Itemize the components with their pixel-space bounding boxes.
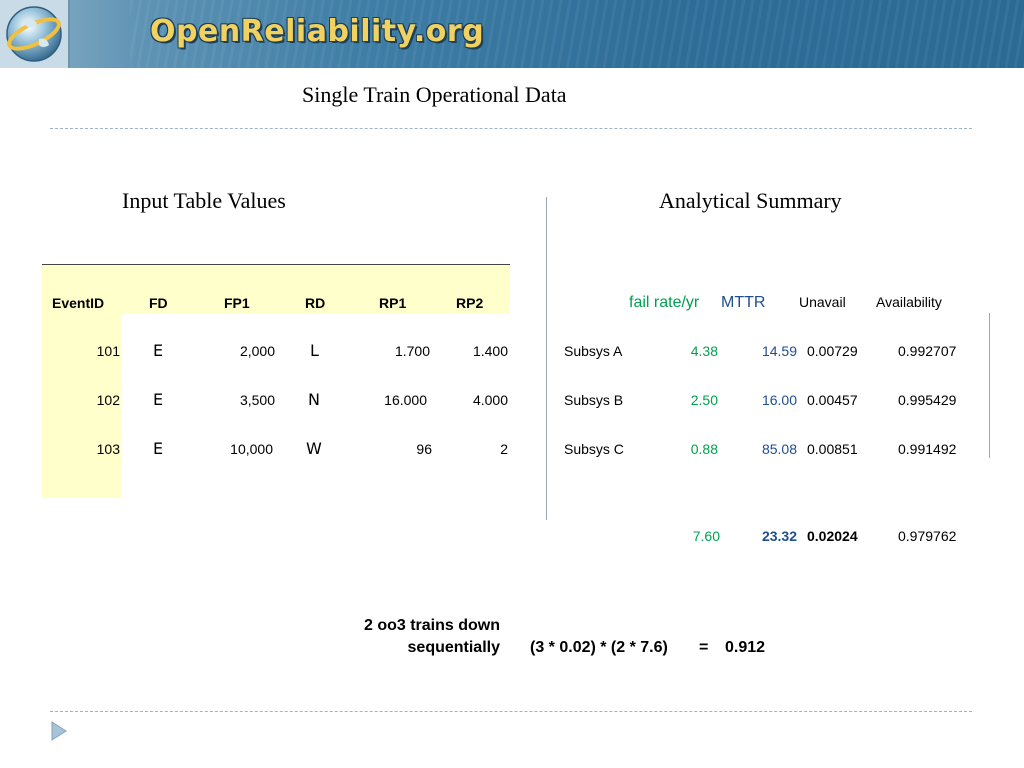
input-table-header-bg [42,264,510,314]
cell-mttr: 14.59 [761,343,797,359]
cell-eventid: 103 [96,441,120,457]
cell-availability: 0.992707 [898,343,957,359]
column-separator [546,197,547,520]
cell-rd: L [310,341,319,360]
cell-unavail: 0.00729 [807,343,858,359]
cell-fd: E [153,341,164,360]
cell-fail-rate: 0.88 [690,441,718,457]
cell-rp1: 1.700 [394,343,430,359]
cell-rp2: 4.000 [472,392,508,408]
total-availability: 0.979762 [898,528,957,544]
cell-unavail: 0.00457 [807,392,858,408]
logo-globe-icon [0,0,70,68]
cell-rd: N [308,390,320,409]
col-header-fail-rate: fail rate/yr [629,294,700,311]
cell-availability: 0.991492 [898,441,957,457]
cell-fd: E [153,390,164,409]
divider-bottom [50,711,972,712]
right-edge-line [989,313,990,458]
divider-top [50,128,972,129]
col-header-mttr: MTTR [721,294,766,311]
total-unavail: 0.02024 [807,528,858,544]
input-table-heading: Input Table Values [122,188,286,213]
cell-subsystem: Subsys B [564,392,624,408]
cell-rp2: 2 [500,441,508,457]
cell-eventid: 102 [96,392,120,408]
cell-fp1: 2,000 [239,343,275,359]
cell-fp1: 3,500 [239,392,275,408]
cell-rp1: 96 [416,441,432,457]
total-mttr: 23.32 [761,528,797,544]
col-header-fd: FD [149,295,168,311]
analytical-summary-heading: Analytical Summary [659,188,842,213]
next-slide-arrow-icon[interactable] [51,721,67,746]
page-title: Single Train Operational Data [302,82,567,107]
col-header-rp1: RP1 [379,295,407,311]
col-header-unavail: Unavail [799,294,846,310]
globe-icon [6,6,62,62]
cell-eventid: 101 [96,343,120,359]
col-header-fp1: FP1 [224,295,250,311]
cell-fp1: 10,000 [230,441,273,457]
col-header-rd: RD [305,295,326,311]
formula-label-line2: sequentially [407,639,500,656]
formula-result: 0.912 [725,639,766,656]
cell-unavail: 0.00851 [807,441,858,457]
formula-equals: = [699,639,709,656]
col-header-rp2: RP2 [456,295,484,311]
cell-fail-rate: 2.50 [690,392,718,408]
cell-fail-rate: 4.38 [690,343,718,359]
cell-mttr: 85.08 [761,441,797,457]
total-fail-rate: 7.60 [692,528,720,544]
header-banner: OpenReliability.org [0,0,1024,68]
formula-expression: (3 * 0.02) * (2 * 7.6) [530,639,668,656]
cell-rp2: 1.400 [472,343,508,359]
cell-subsystem: Subsys A [564,343,623,359]
col-header-eventid: EventID [52,295,105,311]
cell-fd: E [153,439,164,458]
cell-subsystem: Subsys C [564,441,624,457]
cell-mttr: 16.00 [761,392,797,408]
cell-rp1: 16.000 [384,392,427,408]
cell-availability: 0.995429 [898,392,957,408]
formula-label-line1: 2 oo3 trains down [363,617,500,634]
cell-rd: W [306,439,322,458]
site-name-logo[interactable]: OpenReliability.org [150,14,484,49]
col-header-availability: Availability [876,294,942,310]
